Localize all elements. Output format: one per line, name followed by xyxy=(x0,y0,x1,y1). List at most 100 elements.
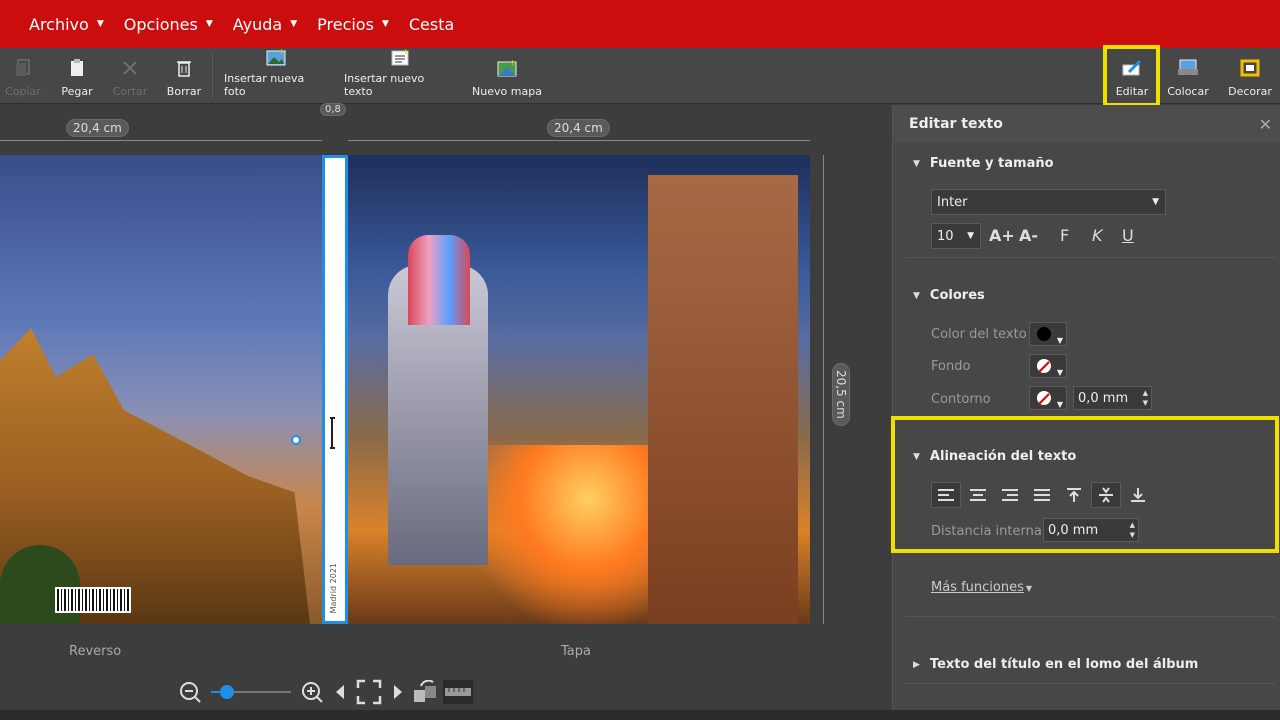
close-icon[interactable]: ✕ xyxy=(1259,115,1272,134)
caret-down-icon: ▼ xyxy=(381,19,389,29)
menu-ayuda[interactable]: Ayuda ▼ xyxy=(233,15,297,34)
layout-icon xyxy=(1177,57,1199,79)
chevron-down-icon: ▼ xyxy=(1056,368,1063,377)
background-color-button[interactable]: ▼ xyxy=(1029,354,1067,378)
zoom-controls xyxy=(175,675,475,709)
section-spine-title[interactable]: ▶ Texto del título en el lomo del álbum xyxy=(913,657,1198,672)
menu-precios[interactable]: Precios ▼ xyxy=(317,15,389,34)
chevron-down-icon: ▼ xyxy=(1056,400,1063,409)
panel-title: Editar texto xyxy=(909,116,1003,132)
zoom-slider-knob[interactable] xyxy=(220,685,234,699)
outline-width-input[interactable]: 0,0 mm ▲ ▼ xyxy=(1073,386,1152,410)
dimension-line-back xyxy=(0,140,322,141)
section-font-size[interactable]: ▼ Fuente y tamaño xyxy=(913,156,1054,171)
paste-icon xyxy=(66,57,88,79)
previous-page-icon[interactable] xyxy=(327,684,353,700)
svg-text:+: + xyxy=(278,48,285,56)
ruler-icon[interactable] xyxy=(441,679,475,705)
tall-building-image xyxy=(648,175,798,624)
place-button[interactable]: Colocar xyxy=(1164,48,1212,104)
dimension-line-front xyxy=(348,140,810,141)
triangle-right-icon: ▶ xyxy=(913,659,920,670)
text-cursor-icon xyxy=(330,417,335,449)
menu-opciones[interactable]: Opciones ▼ xyxy=(124,15,213,34)
caret-down-icon: ▼ xyxy=(290,19,298,29)
dimension-line-height xyxy=(823,155,824,624)
album-cover-canvas[interactable]: Madrid 2021 xyxy=(0,155,810,624)
no-color-icon xyxy=(1037,391,1051,405)
chevron-down-icon: ▼ xyxy=(1056,336,1063,345)
menu-cesta[interactable]: Cesta xyxy=(409,15,454,34)
section-divider xyxy=(905,257,1275,258)
font-size-select[interactable]: 10 ▼ xyxy=(931,223,981,249)
text-box-plus-icon: + xyxy=(389,48,411,66)
back-label: Reverso xyxy=(69,644,122,659)
zoom-slider[interactable] xyxy=(211,685,291,699)
map-plus-icon: + xyxy=(496,57,518,79)
outline-color-button[interactable]: ▼ xyxy=(1029,386,1067,410)
svg-text:+: + xyxy=(402,48,409,56)
triangle-down-icon: ▼ xyxy=(913,290,920,301)
text-color-label: Color del texto xyxy=(931,327,1027,342)
decorate-button[interactable]: Decorar xyxy=(1226,48,1274,104)
neon-tower-image xyxy=(408,235,470,325)
spine-text-box[interactable]: Madrid 2021 xyxy=(322,155,348,624)
resize-handle[interactable] xyxy=(291,435,301,445)
bold-button[interactable]: F xyxy=(1060,226,1069,245)
swap-pages-icon[interactable] xyxy=(411,680,441,704)
edit-highlight-box xyxy=(1103,45,1160,107)
background-label: Fondo xyxy=(931,359,971,374)
underline-button[interactable]: U xyxy=(1122,226,1134,245)
italic-button[interactable]: K xyxy=(1092,226,1103,245)
menu-bar: Archivo ▼ Opciones ▼ Ayuda ▼ Precios ▼ Cesta xyxy=(0,0,1280,48)
caret-down-icon: ▼ xyxy=(205,19,213,29)
menu-archivo[interactable]: Archivo ▼ xyxy=(29,15,104,34)
light-trails-image xyxy=(468,445,668,624)
copy-button[interactable]: Copiar xyxy=(4,48,42,104)
toolbar-separator xyxy=(212,54,213,98)
font-family-select[interactable]: Inter ▼ xyxy=(931,189,1166,215)
dimension-spine-width: 0,8 xyxy=(320,103,346,116)
delete-button[interactable]: Borrar xyxy=(166,48,202,104)
back-cover-photo[interactable] xyxy=(0,155,322,624)
barcode xyxy=(55,587,131,613)
insert-text-button[interactable]: + Insertar nuevo texto xyxy=(344,48,456,104)
new-map-button[interactable]: + Nuevo mapa xyxy=(472,48,542,104)
grow-font-button[interactable]: A+ xyxy=(989,226,1015,245)
chevron-down-icon: ▼ xyxy=(1152,197,1159,207)
fit-to-screen-icon[interactable] xyxy=(353,679,385,705)
insert-photo-button[interactable]: + Insertar nueva foto xyxy=(224,48,328,104)
text-color-button[interactable]: ▼ xyxy=(1029,322,1067,346)
dimension-back-width: 20,4 cm xyxy=(66,119,129,137)
spine-text: Madrid 2021 xyxy=(329,562,338,613)
next-page-icon[interactable] xyxy=(385,684,411,700)
spinner-arrows-icon[interactable]: ▲ ▼ xyxy=(1143,388,1148,408)
toolbar: Copiar Pegar Cortar Borrar + Insertar nu… xyxy=(0,48,1280,104)
image-plus-icon: + xyxy=(265,48,287,66)
zoom-in-icon[interactable] xyxy=(297,681,327,703)
section-divider xyxy=(905,683,1275,684)
shrink-font-button[interactable]: A- xyxy=(1019,226,1038,245)
trash-icon xyxy=(173,57,195,79)
section-colors[interactable]: ▼ Colores xyxy=(913,288,985,303)
front-label: Tapa xyxy=(561,644,591,659)
no-color-icon xyxy=(1037,359,1051,373)
copy-icon xyxy=(12,57,34,79)
page-thumbnails-strip[interactable] xyxy=(0,710,1280,720)
panel-header: Editar texto ✕ xyxy=(893,105,1280,143)
text-color-swatch xyxy=(1037,327,1051,341)
chevron-down-icon: ▼ xyxy=(967,231,974,241)
dimension-height: 20,5 cm xyxy=(832,363,850,426)
more-functions-link[interactable]: Más funciones ▼ xyxy=(931,580,1032,595)
front-cover-photo[interactable] xyxy=(348,155,810,624)
triangle-down-icon: ▼ xyxy=(913,158,920,169)
zoom-out-icon[interactable] xyxy=(175,681,205,703)
alignment-highlight-box xyxy=(891,416,1279,553)
dimension-front-width: 20,4 cm xyxy=(547,119,610,137)
paste-button[interactable]: Pegar xyxy=(58,48,96,104)
cut-button[interactable]: Cortar xyxy=(110,48,150,104)
caret-down-icon: ▼ xyxy=(1025,584,1033,593)
edit-text-panel: Editar texto ✕ ▼ Fuente y tamaño Inter ▼ … xyxy=(892,105,1280,710)
workspace: 20,4 cm 0,8 20,4 cm 20,5 cm Madrid 2021 … xyxy=(0,103,892,710)
scissors-icon xyxy=(119,57,141,79)
